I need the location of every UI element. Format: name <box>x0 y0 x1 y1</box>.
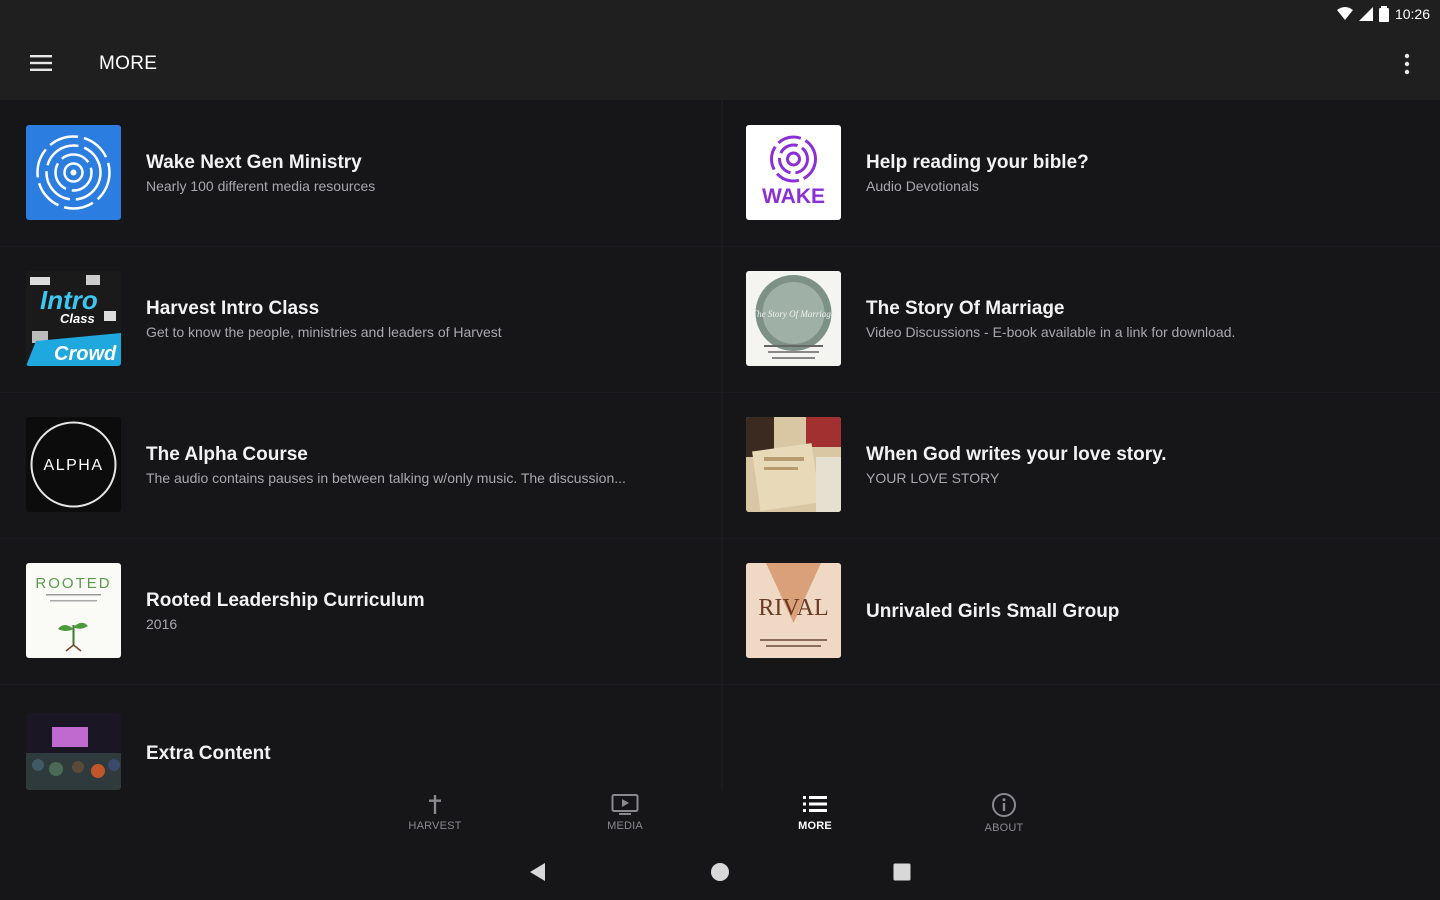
svg-text:WAKE: WAKE <box>762 185 825 208</box>
wake-next-gen-thumbnail <box>26 125 121 220</box>
intro-class-thumbnail: Intro Class Crowd <box>26 271 121 366</box>
battery-icon <box>1378 6 1389 22</box>
unrivaled-thumbnail: RIVAL <box>746 563 841 658</box>
overflow-menu-icon[interactable] <box>1398 52 1416 76</box>
tab-label: MEDIA <box>607 820 643 832</box>
item-subtitle: Get to know the people, ministries and l… <box>146 323 502 340</box>
list-item-unrivaled-girls[interactable]: RIVAL Unrivaled Girls Small Group <box>720 538 1438 684</box>
app-bar: MORE <box>0 28 1440 100</box>
rooted-book-art: ROOTED <box>35 575 111 652</box>
target-logo-icon <box>36 135 111 210</box>
list-item-help-reading-bible[interactable]: WAKE Help reading your bible? Audio Devo… <box>720 100 1438 246</box>
wifi-icon <box>1336 7 1353 20</box>
intro-class-art: Intro Class Crowd <box>26 271 121 366</box>
cross-icon <box>429 795 441 814</box>
tab-media[interactable]: MEDIA <box>570 792 680 838</box>
wake-logo-icon: WAKE <box>762 135 825 208</box>
list-item-wake-next-gen[interactable]: Wake Next Gen Ministry Nearly 100 differ… <box>0 100 718 246</box>
content-list: Wake Next Gen Ministry Nearly 100 differ… <box>0 100 1440 790</box>
signal-icon <box>1358 7 1373 21</box>
item-title: The Story Of Marriage <box>866 297 1065 319</box>
marriage-thumbnail: The Story Of Marriage <box>746 271 841 366</box>
item-title: When God writes your love story. <box>866 443 1167 465</box>
info-icon <box>992 793 1016 817</box>
list-item-harvest-intro-class[interactable]: Intro Class Crowd Harvest Intro Class Ge… <box>0 246 718 392</box>
list-icon <box>803 796 827 812</box>
item-title: Wake Next Gen Ministry <box>146 151 362 173</box>
item-title: Rooted Leadership Curriculum <box>146 589 425 611</box>
status-bar: 10:26 <box>0 0 1440 28</box>
tab-harvest[interactable]: HARVEST <box>380 792 490 838</box>
svg-text:Crowd: Crowd <box>54 343 117 365</box>
recents-icon[interactable] <box>890 860 914 884</box>
item-title: Harvest Intro Class <box>146 297 320 319</box>
unrivaled-book-art: RIVAL <box>746 563 841 658</box>
item-subtitle: Audio Devotionals <box>866 177 979 194</box>
extra-content-photo <box>26 713 121 790</box>
item-subtitle: 2016 <box>146 615 178 632</box>
tab-label: ABOUT <box>984 822 1024 834</box>
back-icon[interactable] <box>526 860 550 884</box>
item-title: Unrivaled Girls Small Group <box>866 600 1120 622</box>
item-title: Help reading your bible? <box>866 151 1089 173</box>
media-icon <box>611 794 639 815</box>
item-subtitle: YOUR LOVE STORY <box>866 469 1000 486</box>
alpha-logo-icon: ALPHA <box>30 421 117 508</box>
page-title: MORE <box>99 53 158 74</box>
svg-text:The Story Of Marriage: The Story Of Marriage <box>752 309 835 319</box>
item-subtitle: The audio contains pauses in between tal… <box>146 469 626 486</box>
tab-label: MORE <box>798 820 832 832</box>
list-item-alpha-course[interactable]: ALPHA The Alpha Course The audio contain… <box>0 392 718 538</box>
list-item-story-of-marriage[interactable]: The Story Of Marriage The Story Of Marri… <box>720 246 1438 392</box>
system-navigation-bar <box>0 840 1440 900</box>
marriage-book-art: The Story Of Marriage <box>752 275 835 359</box>
tab-about[interactable]: ABOUT <box>949 792 1059 838</box>
wake-thumbnail: WAKE <box>746 125 841 220</box>
status-time: 10:26 <box>1394 6 1430 22</box>
svg-text:ALPHA: ALPHA <box>44 457 104 474</box>
hamburger-menu-icon[interactable] <box>30 52 52 74</box>
list-item-extra-content[interactable]: Extra Content <box>0 684 718 790</box>
svg-text:RIVAL: RIVAL <box>758 595 828 621</box>
bottom-navigation: HARVEST MEDIA MORE ABOUT <box>0 790 1440 840</box>
item-title: Extra Content <box>146 742 271 764</box>
list-item-rooted-leadership[interactable]: ROOTED Rooted Leadership Curriculum 2016 <box>0 538 718 684</box>
svg-text:Class: Class <box>60 311 95 326</box>
list-item-love-story[interactable]: When God writes your love story. YOUR LO… <box>720 392 1438 538</box>
status-icons: 10:26 <box>1336 6 1430 22</box>
item-subtitle: Nearly 100 different media resources <box>146 177 376 194</box>
love-story-thumbnail <box>746 417 841 512</box>
alpha-thumbnail: ALPHA <box>26 417 121 512</box>
svg-text:ROOTED: ROOTED <box>35 575 111 592</box>
item-subtitle: Video Discussions - E-book available in … <box>866 323 1236 340</box>
tab-label: HARVEST <box>408 820 462 832</box>
rooted-thumbnail: ROOTED <box>26 563 121 658</box>
tab-more[interactable]: MORE <box>760 792 870 838</box>
extra-content-thumbnail <box>26 713 121 790</box>
item-title: The Alpha Course <box>146 443 308 465</box>
love-story-photo <box>746 417 841 512</box>
home-icon[interactable] <box>708 860 732 884</box>
